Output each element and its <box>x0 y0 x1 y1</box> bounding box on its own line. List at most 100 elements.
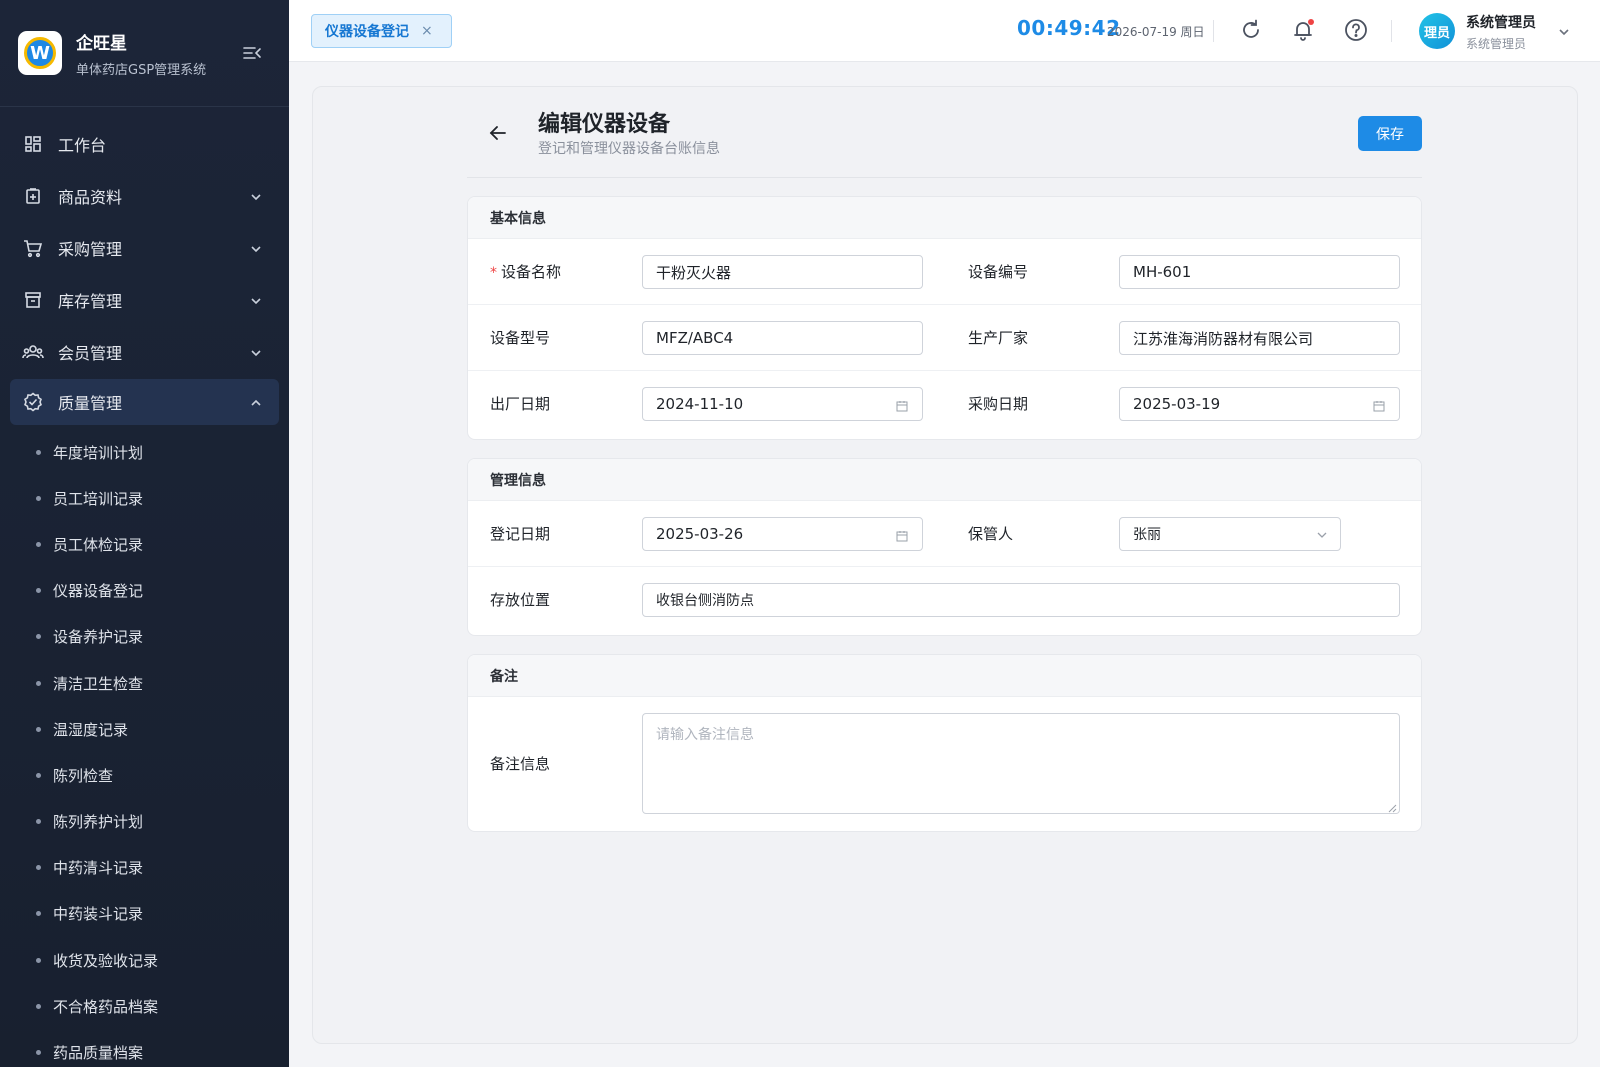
management-info-section: 管理信息 登记日期 2025-03-26 保管人 张丽 存放位置 收银台侧消防点 <box>467 458 1422 636</box>
help-icon[interactable] <box>1343 17 1369 43</box>
device-code-label: 设备编号 <box>968 263 1029 281</box>
submenu-item-staff-training[interactable]: 员工培训记录 <box>0 475 289 521</box>
menu-item-label: 会员管理 <box>58 344 123 363</box>
form-row: 登记日期 2025-03-26 保管人 张丽 <box>468 501 1421 567</box>
submenu-item-hygiene-check[interactable]: 清洁卫生检查 <box>0 660 289 706</box>
bullet-icon <box>36 772 41 778</box>
back-arrow-icon[interactable] <box>487 122 509 144</box>
manufacturer-input[interactable]: 江苏淮海消防器材有限公司 <box>1119 321 1400 355</box>
submenu-item-label: 中药装斗记录 <box>53 905 144 924</box>
manufacture-date-input[interactable]: 2024-11-10 <box>642 387 923 421</box>
app-subtitle: 单体药店GSP管理系统 <box>76 62 207 78</box>
submenu-item-temp-humidity[interactable]: 温湿度记录 <box>0 706 289 752</box>
form-row: 出厂日期 2024-11-10 采购日期 2025-03-19 <box>468 371 1421 437</box>
submenu-item-label: 设备养护记录 <box>53 628 144 647</box>
device-model-label: 设备型号 <box>490 329 551 347</box>
menu-item-quality[interactable]: 质量管理 <box>10 379 279 425</box>
chevron-up-icon <box>249 395 263 409</box>
remarks-textarea[interactable]: 请输入备注信息 <box>642 713 1400 814</box>
submenu-item-herb-bin-filling[interactable]: 中药装斗记录 <box>0 891 289 937</box>
divider <box>1391 20 1392 42</box>
save-button[interactable]: 保存 <box>1358 116 1422 151</box>
manufacture-date-value: 2024-11-10 <box>656 395 744 413</box>
submenu-item-receiving-inspection[interactable]: 收货及验收记录 <box>0 937 289 983</box>
manufacturer-label: 生产厂家 <box>968 329 1029 347</box>
remarks-section: 备注 备注信息 请输入备注信息 <box>467 654 1422 832</box>
device-name-input[interactable]: 干粉灭火器 <box>642 255 923 289</box>
bullet-icon <box>36 588 41 594</box>
calendar-icon[interactable] <box>896 398 908 412</box>
menu-item-label: 商品资料 <box>58 188 123 207</box>
menu-item-inventory[interactable]: 库存管理 <box>0 275 289 325</box>
submenu-item-display-check[interactable]: 陈列检查 <box>0 752 289 798</box>
menu-item-purchasing[interactable]: 采购管理 <box>0 223 289 273</box>
bullet-icon <box>36 680 41 686</box>
page-title: 编辑仪器设备 <box>538 112 671 137</box>
section-title: 管理信息 <box>468 459 1421 501</box>
submenu-item-label: 清洁卫生检查 <box>53 674 144 693</box>
product-icon <box>22 185 44 207</box>
calendar-icon[interactable] <box>896 528 908 542</box>
submenu-item-label: 陈列养护计划 <box>53 813 144 832</box>
keeper-label: 保管人 <box>968 525 1014 543</box>
submenu-item-display-maintenance-plan[interactable]: 陈列养护计划 <box>0 799 289 845</box>
submenu-item-label: 陈列检查 <box>53 766 114 785</box>
tab-equipment-registry[interactable]: 仪器设备登记 × <box>311 14 452 48</box>
device-code-input[interactable]: MH-601 <box>1119 255 1400 289</box>
menu-item-members[interactable]: 会员管理 <box>0 327 289 377</box>
resize-handle-icon[interactable] <box>1387 801 1397 813</box>
user-name[interactable]: 系统管理员 <box>1466 12 1536 32</box>
notification-dot <box>1308 19 1314 25</box>
cart-icon <box>22 237 44 259</box>
submenu-item-equipment-registry[interactable]: 仪器设备登记 <box>0 568 289 614</box>
page-subtitle: 登记和管理仪器设备台账信息 <box>538 141 720 157</box>
collapse-sidebar-icon[interactable] <box>241 42 263 64</box>
calendar-icon[interactable] <box>1373 398 1385 412</box>
submenu-item-annual-training-plan[interactable]: 年度培训计划 <box>0 429 289 475</box>
bullet-icon <box>36 957 41 963</box>
required-mark: * <box>490 265 497 281</box>
chevron-down-icon[interactable] <box>1557 24 1571 38</box>
bullet-icon <box>36 819 41 825</box>
quality-submenu: 年度培训计划 员工培训记录 员工体检记录 仪器设备登记 设备养护记录 清洁卫生检… <box>0 429 289 1067</box>
submenu-item-label: 仪器设备登记 <box>53 582 144 601</box>
bullet-icon <box>36 634 41 640</box>
submenu-item-herb-bin-cleaning[interactable]: 中药清斗记录 <box>0 845 289 891</box>
current-date: 2026-07-19 周日 <box>1107 25 1205 39</box>
user-role: 系统管理员 <box>1466 37 1527 51</box>
bullet-icon <box>36 1003 41 1009</box>
keeper-select[interactable]: 张丽 <box>1119 517 1341 551</box>
register-date-label: 登记日期 <box>490 525 551 543</box>
menu-item-label: 质量管理 <box>58 394 123 413</box>
submenu-item-label: 温湿度记录 <box>53 720 129 739</box>
main-menu: 工作台 商品资料 采购管理 库存管理 会员管理 质量管理 年度培训计划 员工培训… <box>0 107 289 1067</box>
remarks-label: 备注信息 <box>490 755 551 773</box>
dashboard-icon <box>22 133 44 155</box>
menu-item-products[interactable]: 商品资料 <box>0 171 289 221</box>
menu-item-dashboard[interactable]: 工作台 <box>0 119 289 169</box>
quality-icon <box>22 391 44 413</box>
device-model-input[interactable]: MFZ/ABC4 <box>642 321 923 355</box>
submenu-item-label: 中药清斗记录 <box>53 859 144 878</box>
form-row: * 设备名称 干粉灭火器 设备编号 MH-601 <box>468 239 1421 305</box>
device-name-label: 设备名称 <box>501 263 562 281</box>
storage-location-input[interactable]: 收银台侧消防点 <box>642 583 1400 617</box>
purchase-date-input[interactable]: 2025-03-19 <box>1119 387 1400 421</box>
app-name: 企旺星 <box>76 33 127 54</box>
bullet-icon <box>36 726 41 732</box>
close-icon[interactable]: × <box>421 23 433 39</box>
menu-item-label: 工作台 <box>58 136 107 155</box>
bullet-icon <box>36 495 41 501</box>
submenu-item-staff-health-check[interactable]: 员工体检记录 <box>0 521 289 567</box>
bell-icon[interactable] <box>1290 17 1316 43</box>
chevron-down-icon <box>249 345 263 359</box>
avatar[interactable]: 理员 <box>1419 13 1455 49</box>
form-row: 存放位置 收银台侧消防点 <box>468 567 1421 633</box>
chevron-down-icon <box>249 293 263 307</box>
bullet-icon <box>36 449 41 455</box>
register-date-input[interactable]: 2025-03-26 <box>642 517 923 551</box>
submenu-item-equipment-maintenance[interactable]: 设备养护记录 <box>0 614 289 660</box>
submenu-item-drug-quality-archive[interactable]: 药品质量档案 <box>0 1029 289 1067</box>
refresh-icon[interactable] <box>1238 17 1264 43</box>
submenu-item-nonconforming-drugs[interactable]: 不合格药品档案 <box>0 983 289 1029</box>
